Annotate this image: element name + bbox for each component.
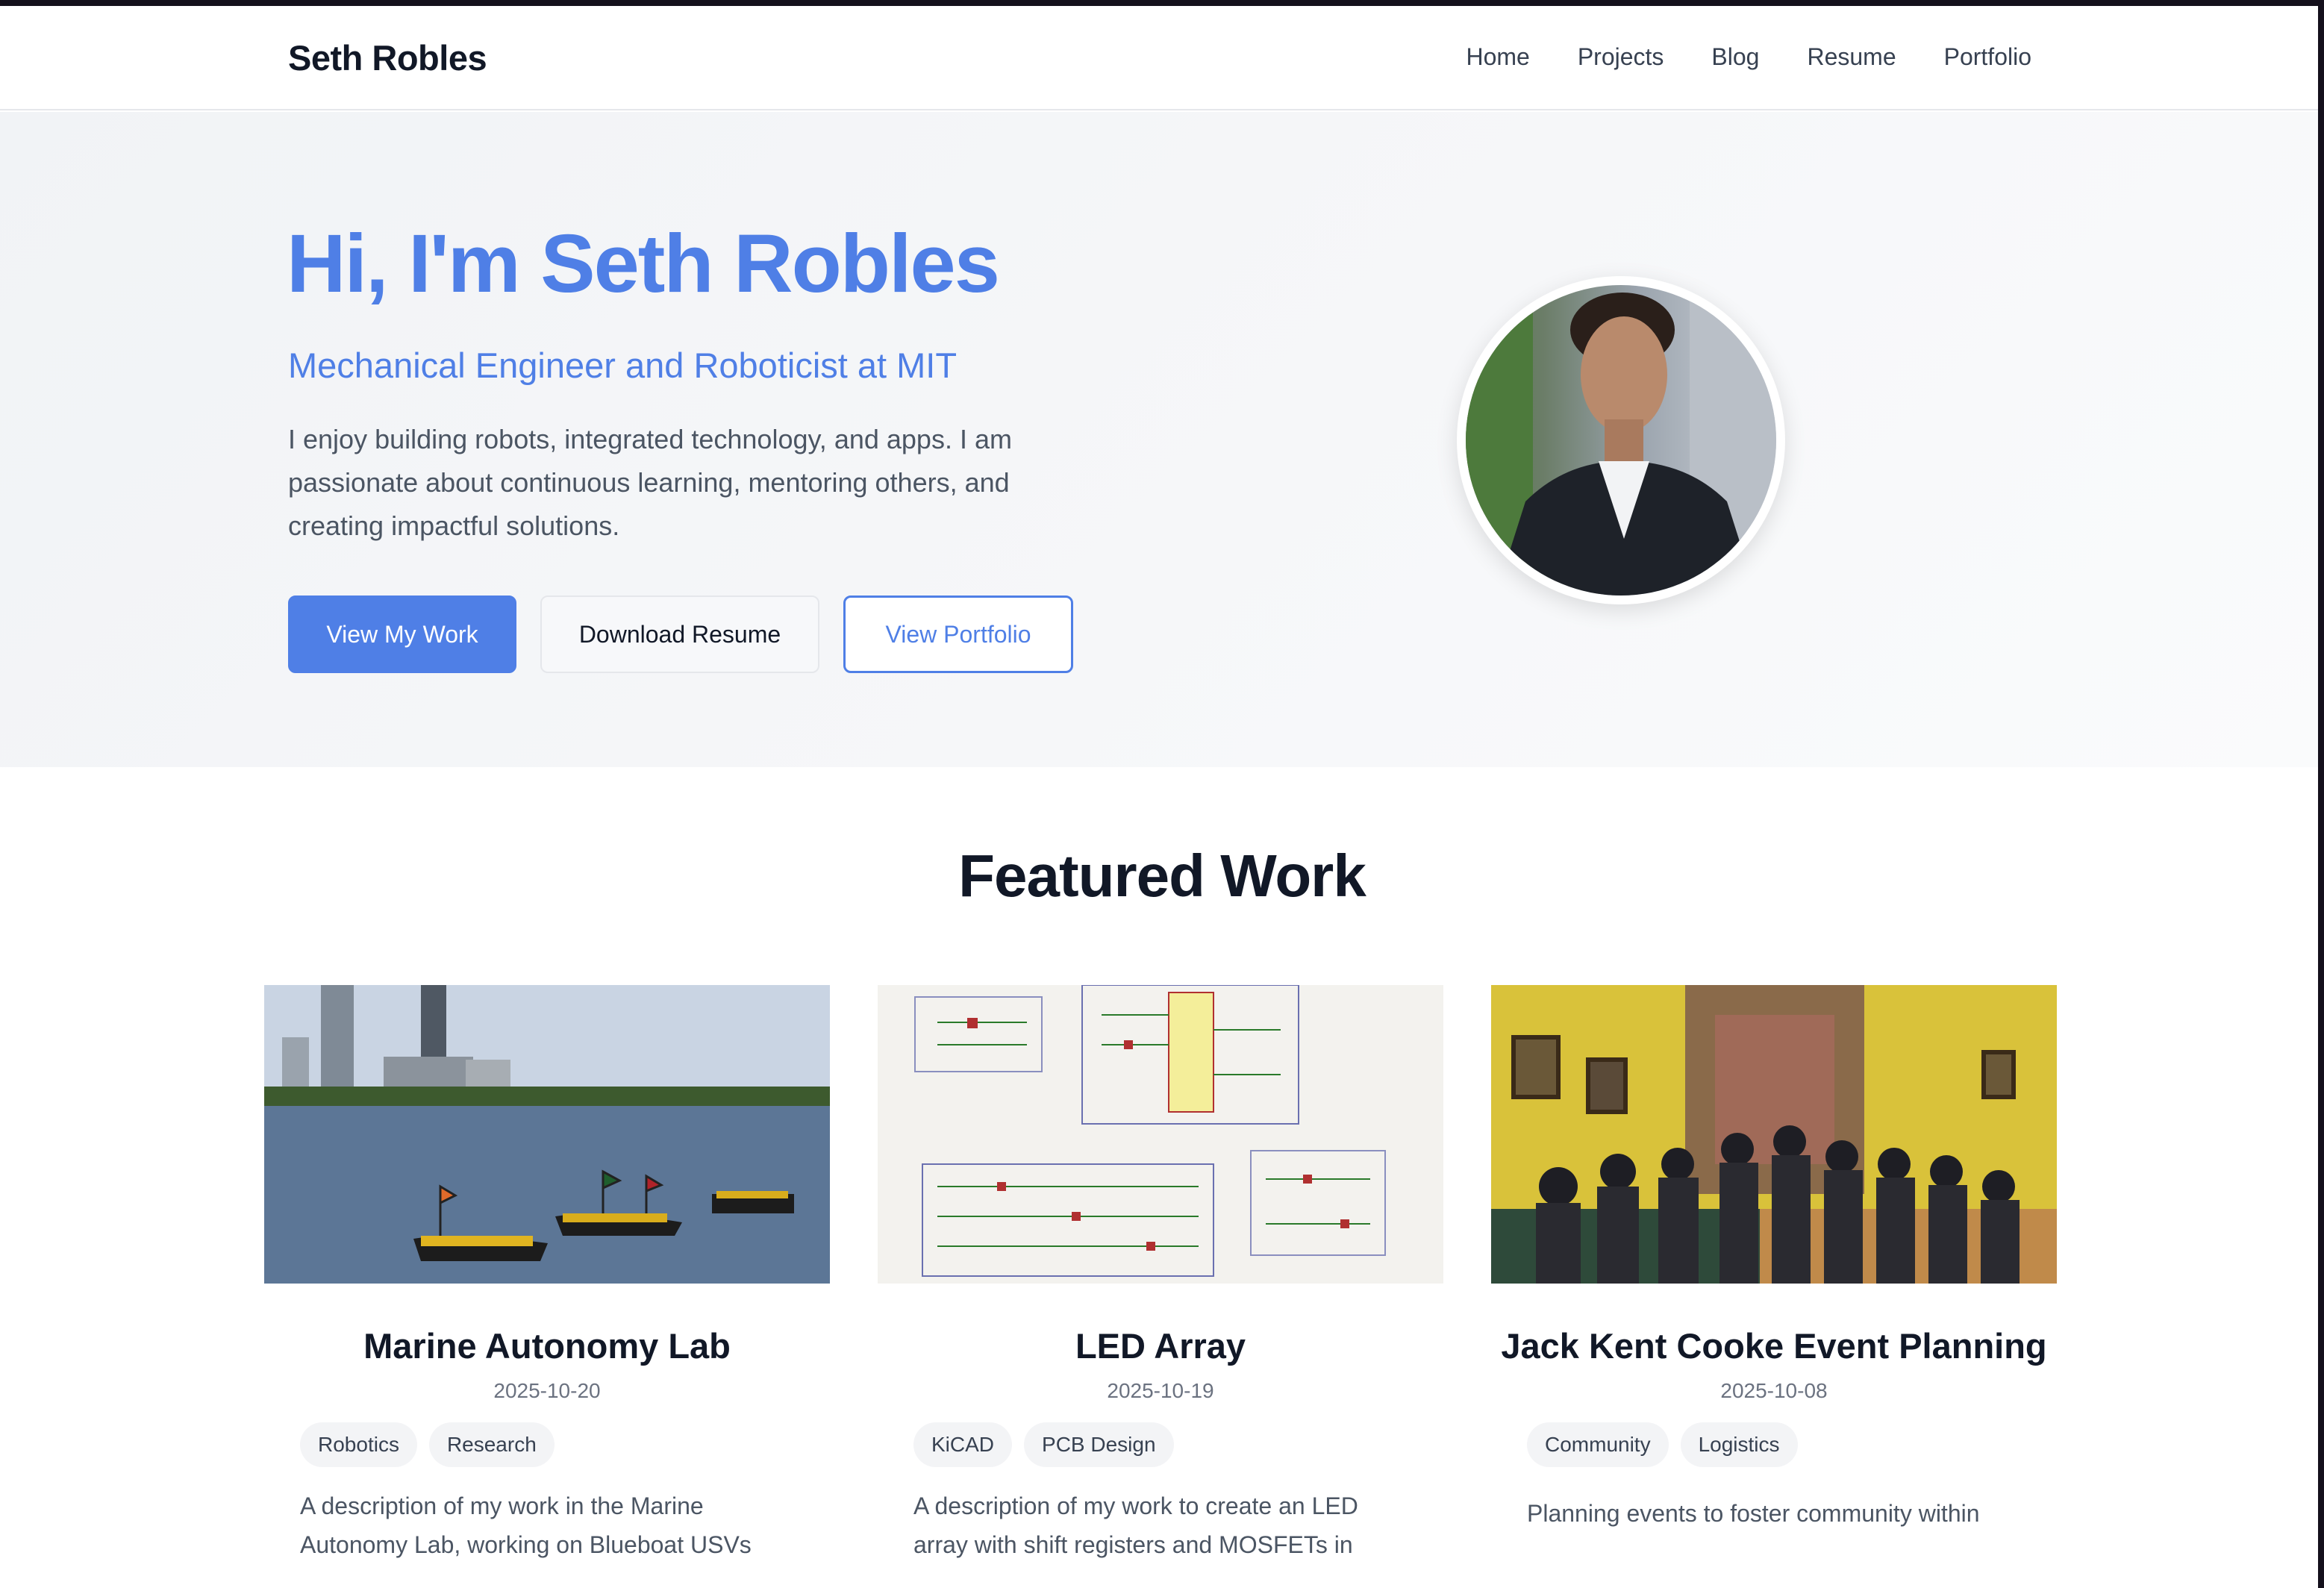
project-image-led [878,985,1443,1284]
hero-subtitle: Mechanical Engineer and Roboticist at MI… [288,346,958,385]
project-date: 2025-10-20 [493,1379,601,1402]
project-title[interactable]: LED Array [878,1324,1443,1369]
nav-resume[interactable]: Resume [1807,43,1896,71]
person-silhouette-icon [1466,285,1776,596]
project-card-marine[interactable]: Marine Autonomy Lab 2025-10-20 Robotics … [264,985,830,1564]
project-date: 2025-10-08 [1720,1379,1828,1402]
profile-avatar [1457,276,1785,604]
tag-list: KiCAD PCB Design [878,1422,1443,1467]
tag-list: Robotics Research [264,1422,830,1467]
featured-work-heading: Featured Work [958,843,1366,909]
nav-projects[interactable]: Projects [1578,43,1664,71]
window-frame-top [0,0,2324,6]
hero-section: Hi, I'm Seth Robles Mechanical Engineer … [0,112,2318,767]
project-title[interactable]: Marine Autonomy Lab [264,1324,830,1369]
project-description: A description of my work to create an LE… [913,1492,1358,1558]
project-image-marine [264,985,830,1284]
tag: Research [428,1422,555,1467]
profile-photo [1466,285,1776,596]
project-description: A description of my work in the Marine A… [300,1492,752,1558]
hero-description: I enjoy building robots, integrated tech… [288,424,1012,541]
tag-list: Community Logistics [1491,1422,2057,1467]
tag: Logistics [1680,1422,1798,1467]
tag: Robotics [300,1422,417,1467]
project-description: Planning events to foster community with… [1527,1500,1980,1527]
hero-title: Hi, I'm Seth Robles [287,218,1000,310]
tag: Community [1527,1422,1669,1467]
project-card-jkc[interactable]: Jack Kent Cooke Event Planning 2025-10-0… [1491,985,2057,1533]
tag: PCB Design [1024,1422,1174,1467]
tag: KiCAD [913,1422,1013,1467]
project-title[interactable]: Jack Kent Cooke Event Planning [1491,1324,2057,1369]
main-nav: Home Projects Blog Resume Portfolio [1466,43,2031,71]
project-card-led[interactable]: LED Array 2025-10-19 KiCAD PCB Design A … [878,985,1443,1564]
site-header: Seth Robles Home Projects Blog Resume Po… [0,6,2318,110]
download-resume-button[interactable]: Download Resume [540,596,819,673]
nav-portfolio[interactable]: Portfolio [1944,43,2031,71]
nav-blog[interactable]: Blog [1711,43,1759,71]
nav-home[interactable]: Home [1466,43,1529,71]
project-image-jkc [1491,985,2057,1284]
site-brand[interactable]: Seth Robles [288,37,487,78]
project-date: 2025-10-19 [1107,1379,1214,1402]
window-frame-right [2318,0,2324,1588]
view-my-work-button[interactable]: View My Work [288,596,516,673]
view-portfolio-button[interactable]: View Portfolio [843,596,1073,673]
